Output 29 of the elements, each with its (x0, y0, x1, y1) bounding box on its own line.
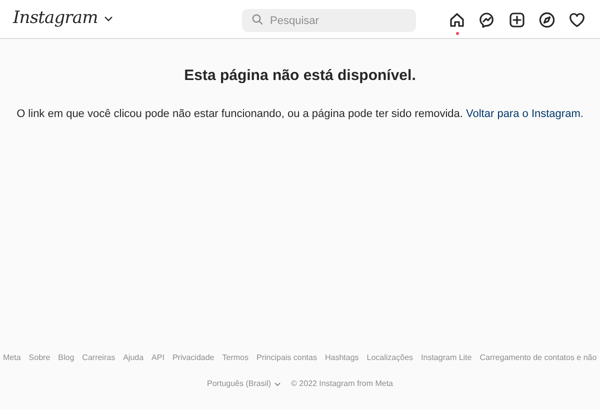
footer-link[interactable]: Meta (3, 352, 21, 364)
footer-link[interactable]: Localizações (366, 352, 414, 364)
search-icon (252, 14, 263, 24)
footer-link[interactable]: Sobre (28, 352, 50, 364)
search-field[interactable]: Pesquisar (242, 9, 416, 32)
heart-icon (568, 10, 586, 28)
compass-icon (538, 10, 556, 28)
footer-link[interactable]: Termos (222, 352, 248, 364)
footer-link[interactable]: Hashtags (324, 352, 359, 364)
language-selector[interactable]: Português (Brasil) (207, 378, 282, 390)
chevron-down-icon[interactable] (104, 16, 113, 22)
page-title: Esta página não está disponível. (184, 66, 416, 86)
footer-link[interactable]: Principais contas (256, 352, 317, 364)
error-message: O link em que você clicou pode não estar funcionando, ou a página pode ter sido removida. Voltar para o Instagram. (16, 106, 584, 122)
footer-link[interactable]: Carreiras (82, 352, 116, 364)
back-link[interactable]: Voltar para o Instagram. (466, 108, 584, 120)
home-tab[interactable] (448, 10, 466, 36)
instagram-logo[interactable]: Instagram (13, 6, 98, 32)
footer-link[interactable]: API (152, 352, 164, 364)
home-icon (448, 10, 466, 28)
footer-link[interactable]: Instagram Lite (421, 352, 472, 364)
plus-square-icon (508, 10, 526, 28)
footer-link[interactable]: Ajuda (123, 352, 144, 364)
footer-link[interactable]: Privacidade (172, 352, 214, 364)
copyright-text: © 2022 Instagram from Meta (291, 378, 393, 390)
chevron-down-icon (274, 382, 282, 386)
footer-link[interactable]: Blog (58, 352, 74, 364)
footer-link[interactable]: Carregamento de contatos e não (480, 352, 597, 364)
messenger-icon (478, 10, 496, 28)
